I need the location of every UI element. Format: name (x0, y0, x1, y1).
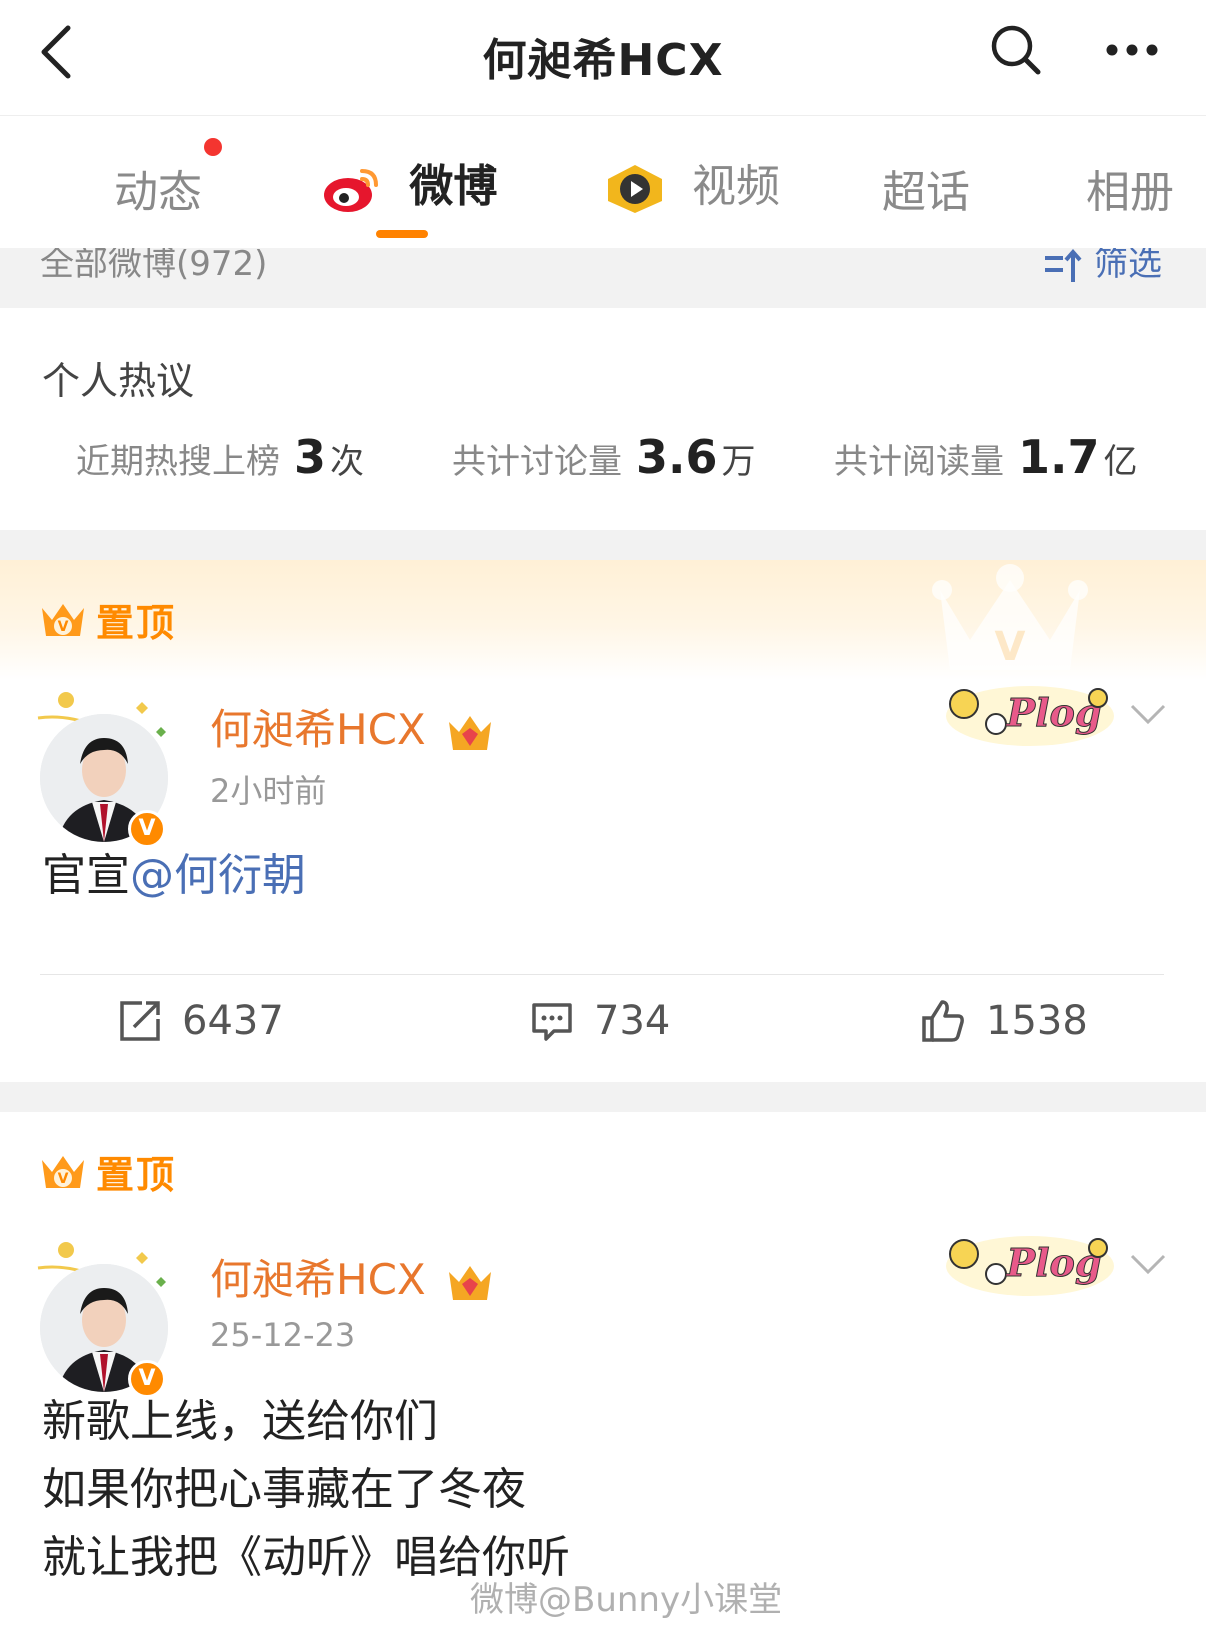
stat-value: 1.7 (1018, 430, 1100, 484)
filter-strip: 全部微博(972) 筛选 (0, 248, 1206, 308)
svg-text:V: V (995, 624, 1026, 670)
repost-button[interactable]: 6437 (118, 998, 284, 1044)
post-text-line: 如果你把心事藏在了冬夜 (42, 1464, 526, 1515)
personal-hot-section: 个人热议 近期热搜上榜 3 次 共计讨论量 3.6 万 共计阅读量 1.7 亿 (0, 308, 1206, 530)
repost-icon (120, 1001, 160, 1041)
filter-button[interactable]: 筛选 (1043, 248, 1162, 285)
plog-sticker-icon: Plog (946, 686, 1114, 746)
crown-v-icon: V (42, 603, 84, 636)
tab-label: 动态 (114, 167, 202, 218)
author-name[interactable]: 何昶希HCX (210, 696, 493, 757)
section-gap (0, 1082, 1206, 1112)
pinned-tag: V 置顶 (40, 592, 176, 647)
post-card[interactable]: V V 置顶 V 何昶希HCX 2小时前 Plog 官宣@何衍朝 6437 73… (0, 560, 1206, 1082)
pinned-label: 置顶 (96, 601, 177, 645)
weibo-count: 全部微博(972) (40, 248, 268, 284)
stat-discussion[interactable]: 共计讨论量 3.6 万 (452, 430, 756, 484)
author-name-text: 何昶希HCX (210, 1255, 426, 1304)
sticker-text: Plog (1006, 1240, 1102, 1285)
more-icon[interactable] (1104, 42, 1160, 58)
crown-v-icon: V (42, 1155, 84, 1188)
chevron-down-icon[interactable] (1128, 1250, 1168, 1278)
post-text-prefix: 官宣 (42, 850, 130, 901)
pinned-tag: V 置顶 (40, 1144, 176, 1199)
stat-value: 3.6 (636, 430, 718, 484)
pinned-label: 置顶 (96, 1153, 177, 1197)
top-bar: 何昶希HCX (0, 0, 1206, 116)
tab-label: 相册 (1086, 167, 1174, 218)
hot-title: 个人热议 (42, 359, 195, 403)
post-time: 25-12-23 (210, 1316, 356, 1354)
stat-unit: 次 (330, 442, 365, 482)
stat-unit: 万 (721, 442, 756, 482)
sticker-text: Plog (1006, 690, 1102, 735)
section-gap (0, 530, 1206, 560)
crown-watermark-icon: V (932, 564, 1088, 670)
tab-chaohua[interactable]: 超话 (882, 156, 970, 220)
search-icon[interactable] (990, 24, 1042, 76)
filter-label: 筛选 (1094, 248, 1162, 284)
tab-label: 超话 (882, 167, 970, 218)
comment-button[interactable]: 734 (530, 998, 670, 1044)
video-play-icon (608, 165, 662, 213)
vip-crown-icon (449, 1265, 492, 1300)
pinned-band: V V 置顶 (0, 560, 1206, 680)
profile-tabs: 动态 微博 视频 超话 相册 (0, 116, 1206, 248)
post-text-line: 新歌上线，送给你们 (42, 1396, 438, 1447)
tab-album[interactable]: 相册 (1086, 156, 1174, 220)
stat-label: 共计阅读量 (834, 442, 1004, 482)
tab-weibo[interactable]: 微博 (322, 150, 497, 215)
author-name-text: 何昶希HCX (210, 705, 426, 754)
vip-crown-icon (449, 715, 492, 750)
author-name[interactable]: 何昶希HCX (210, 1246, 493, 1307)
divider (40, 974, 1164, 975)
tab-video[interactable]: 视频 (604, 150, 780, 215)
stat-unit: 亿 (1103, 442, 1138, 482)
svg-text:V: V (58, 619, 69, 635)
post-text: 官宣@何衍朝 (42, 842, 306, 910)
post-card[interactable]: V 置顶 V 何昶希HCX 25-12-23 Plog 新歌上线，送给你们 如果… (0, 1112, 1206, 1632)
plog-sticker-icon: Plog (946, 1236, 1114, 1296)
watermark: 微博@Bunny小课堂 (470, 1580, 783, 1620)
chevron-down-icon[interactable] (1128, 700, 1168, 728)
tab-label: 微博 (409, 161, 498, 212)
mention-link[interactable]: @何衍朝 (130, 850, 306, 901)
comment-count: 734 (594, 998, 671, 1044)
stat-label: 共计讨论量 (452, 442, 622, 482)
stat-value: 3 (294, 430, 327, 484)
stat-hot-search[interactable]: 近期热搜上榜 3 次 (76, 430, 364, 484)
like-button[interactable]: 1538 (920, 998, 1088, 1044)
weibo-logo-icon (324, 169, 378, 212)
tab-dongtai[interactable]: 动态 (114, 156, 202, 220)
post-time: 2小时前 (210, 772, 327, 810)
thumbs-up-icon (922, 1000, 964, 1042)
notification-dot (204, 138, 222, 156)
stat-label: 近期热搜上榜 (76, 442, 280, 482)
tab-label: 视频 (692, 161, 780, 212)
svg-text:V: V (58, 1171, 69, 1187)
sort-icon (1045, 248, 1082, 282)
like-count: 1538 (986, 998, 1088, 1044)
repost-count: 6437 (182, 998, 284, 1044)
active-tab-indicator (376, 230, 428, 238)
comment-icon (532, 1003, 572, 1041)
stat-reads[interactable]: 共计阅读量 1.7 亿 (834, 430, 1138, 484)
